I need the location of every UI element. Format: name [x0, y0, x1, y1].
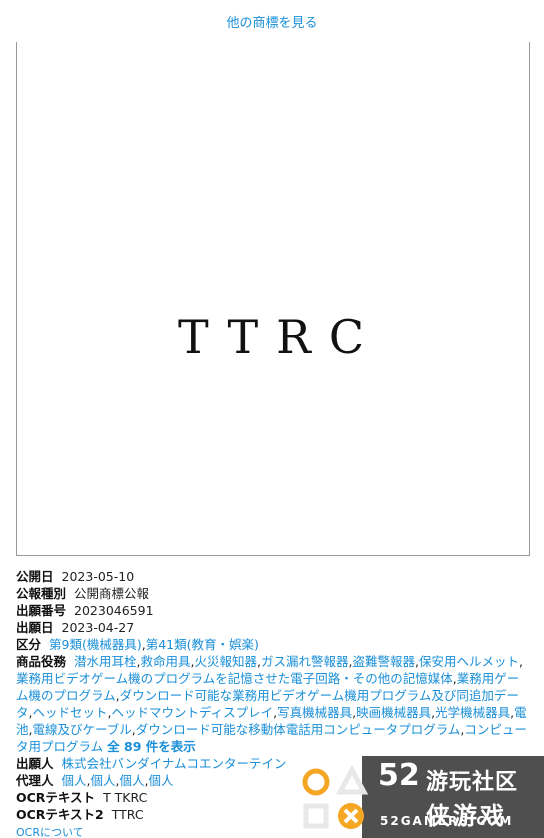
goods-link[interactable]: 業務用ビデオゲーム機のプログラムを記憶させた電子回路・その他の記憶媒体	[16, 671, 453, 686]
app-number-value: 2023046591	[74, 603, 154, 618]
ocr-about-link[interactable]: OCRについて	[16, 826, 84, 838]
goods-link[interactable]: ダウンロード可能な移動体電話用コンピュータプログラム	[136, 722, 461, 737]
trademark-image: TTRC	[16, 42, 530, 556]
goods-row: 商品役務 潜水用耳栓,救命用具,火災報知器,ガス漏れ警報器,盗難警報器,保安用ヘル…	[16, 654, 527, 754]
goods-label: 商品役務	[16, 654, 67, 669]
other-marks-link[interactable]: 他の商標を見る	[0, 12, 544, 31]
ocr1-value: T TKRC	[103, 790, 148, 805]
goods-link[interactable]: 写真機械器具	[277, 705, 352, 720]
app-number-label: 出願番号	[16, 603, 67, 618]
ocr2-value: TTRC	[111, 807, 144, 822]
goods-link[interactable]: ヘッドマウントディスプレイ	[112, 705, 274, 720]
pub-type-label: 公報種別	[16, 586, 67, 601]
agent-link[interactable]: 個人	[120, 773, 145, 788]
ocr2-label: OCRテキスト2	[16, 807, 104, 822]
applicant-link[interactable]: 株式会社バンダイナムコエンターテイン	[62, 756, 287, 771]
watermark-number: 52	[378, 758, 420, 793]
watermark: 52 游玩社区 侠游戏 52GAMERS.COM	[296, 756, 544, 838]
pub-date-row: 公開日 2023-05-10	[16, 568, 528, 585]
gamepad-buttons-icon	[302, 764, 369, 829]
class-link[interactable]: 第41類(教育・娯楽)	[146, 637, 259, 652]
goods-link[interactable]: 保安用ヘルメット	[419, 654, 519, 669]
goods-link[interactable]: 光学機械器具	[435, 705, 510, 720]
goods-link[interactable]: 盗難警報器	[353, 654, 416, 669]
pub-type-row: 公報種別 公開商標公報	[16, 585, 528, 602]
applicant-label: 出願人	[16, 756, 54, 771]
pub-date-label: 公開日	[16, 569, 54, 584]
watermark-url: 52GAMERS.COM	[380, 814, 514, 828]
pub-date-value: 2023-05-10	[61, 569, 135, 584]
goods-link[interactable]: 火災報知器	[195, 654, 258, 669]
goods-link[interactable]: 映画機械器具	[356, 705, 431, 720]
goods-link[interactable]: 救命用具	[141, 654, 191, 669]
app-date-row: 出願日 2023-04-27	[16, 619, 528, 636]
watermark-line1: 游玩社区	[426, 770, 519, 795]
app-date-value: 2023-04-27	[61, 620, 135, 635]
class-link[interactable]: 第9類(機械器具)	[49, 637, 142, 652]
trademark-text: TTRC	[177, 310, 383, 364]
classes-label: 区分	[16, 637, 42, 652]
agent-label: 代理人	[16, 773, 54, 788]
goods-link[interactable]: 潜水用耳栓	[74, 654, 137, 669]
goods-link[interactable]: ガス漏れ警報器	[261, 654, 349, 669]
pub-type-value: 公開商標公報	[74, 586, 150, 601]
app-number-row: 出願番号 2023046591	[16, 602, 528, 619]
agent-link[interactable]: 個人	[91, 773, 116, 788]
goods-link[interactable]: ヘッドセット	[33, 705, 108, 720]
app-date-label: 出願日	[16, 620, 54, 635]
goods-link[interactable]: 電線及びケーブル	[33, 722, 132, 737]
show-all-goods-link[interactable]: 全 89 件を表示	[107, 739, 196, 754]
ocr1-label: OCRテキスト	[16, 790, 96, 805]
agent-link[interactable]: 個人	[149, 773, 174, 788]
agent-link[interactable]: 個人	[62, 773, 87, 788]
classes-row: 区分 第9類(機械器具),第41類(教育・娯楽)	[16, 637, 259, 652]
